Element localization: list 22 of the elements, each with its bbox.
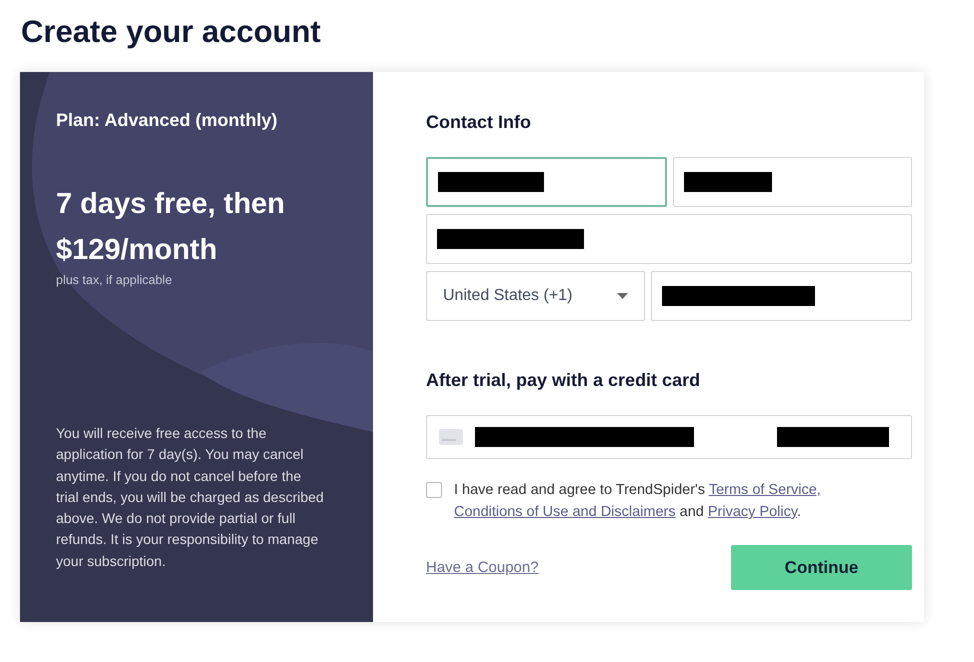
agree-checkbox[interactable] (426, 482, 442, 498)
page-title: Create your account (21, 13, 322, 51)
trial-disclaimer: You will receive free access to the application for 7 day(s). You may cancel anytime. If you do not cancel before the trial ends, you will be charged as described above. We do not provide partial or full refunds. It is your responsibility to manage your subscription. (56, 424, 325, 571)
caret-icon (617, 293, 628, 299)
terms-link[interactable]: Conditions of Use and Disclaimers (454, 504, 676, 520)
price-heading: 7 days free, then $129/month (56, 187, 286, 268)
agreement-text: I have read and agree to TrendSpider's Terms of Service, Conditions of Use and Disclaimers and Privacy Policy. (454, 481, 821, 522)
coupon-link[interactable]: Have a Coupon? (426, 559, 539, 576)
terms-link[interactable]: Terms of Service, (708, 482, 821, 498)
section-heading: Contact Info (426, 112, 532, 133)
terms-link[interactable]: Privacy Policy (708, 504, 798, 520)
country-select[interactable]: United States (+1) (426, 271, 645, 321)
tax-note: plus tax, if applicable (56, 273, 174, 287)
input-field[interactable] (651, 271, 912, 321)
continue-button[interactable]: Continue (731, 545, 912, 590)
card-field[interactable] (426, 415, 912, 459)
credit-card-icon (439, 429, 463, 445)
section-heading: After trial, pay with a credit card (426, 370, 702, 391)
input-field[interactable] (673, 157, 912, 207)
plan-name: Plan: Advanced (monthly) (56, 110, 278, 131)
input-field[interactable] (426, 214, 912, 264)
input-field[interactable] (426, 157, 667, 207)
